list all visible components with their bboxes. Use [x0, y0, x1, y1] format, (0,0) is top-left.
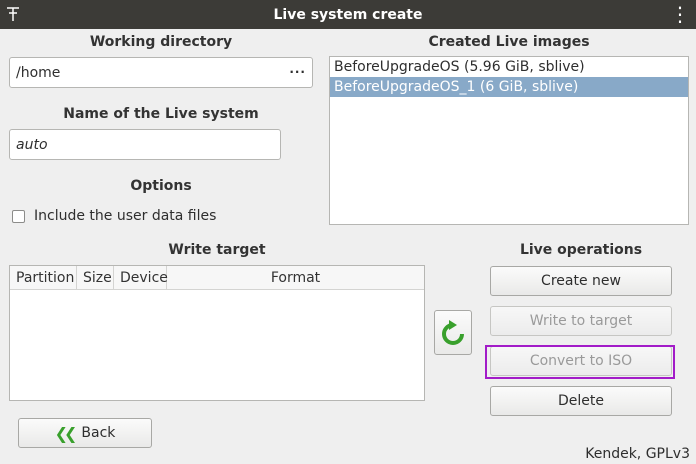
write-to-target-button[interactable]: Write to target	[490, 306, 672, 336]
focus-highlight	[485, 345, 675, 379]
back-button[interactable]: ❮❮ Back	[18, 418, 152, 448]
list-item-selected[interactable]: BeforeUpgradeOS_1 (6 GiB, sblive)	[330, 77, 688, 97]
options-heading: Options	[130, 178, 192, 194]
write-target-table[interactable]: Partition Size Device Format	[9, 265, 425, 401]
include-user-data-label[interactable]: Include the user data files	[34, 208, 216, 224]
write-target-heading: Write target	[168, 242, 266, 258]
working-directory-value: /home	[16, 64, 61, 81]
working-directory-field[interactable]: /home ...	[9, 57, 313, 88]
table-header: Partition Size Device Format	[10, 266, 424, 290]
back-label: Back	[81, 425, 116, 441]
live-operations-heading: Live operations	[519, 242, 643, 258]
refresh-icon	[442, 319, 464, 345]
live-name-heading: Name of the Live system	[63, 106, 259, 122]
create-new-button[interactable]: Create new	[490, 266, 672, 296]
pin-icon[interactable]	[6, 5, 20, 23]
license-label: Kendek, GPLv3	[585, 446, 690, 462]
created-images-list[interactable]: BeforeUpgradeOS (5.96 GiB, sblive) Befor…	[329, 56, 689, 225]
column-header-format[interactable]: Format	[167, 266, 424, 289]
window-title: Live system create	[273, 6, 423, 23]
live-name-input[interactable]: auto	[9, 129, 281, 160]
list-item[interactable]: BeforeUpgradeOS (5.96 GiB, sblive)	[330, 57, 688, 77]
column-header-partition[interactable]: Partition	[10, 266, 77, 289]
browse-button[interactable]: ...	[289, 62, 306, 76]
column-header-device[interactable]: Device	[114, 266, 168, 289]
close-icon[interactable]: ⋮	[670, 4, 690, 24]
working-directory-heading: Working directory	[89, 34, 233, 50]
delete-button[interactable]: Delete	[490, 386, 672, 416]
double-chevron-left-icon: ❮❮	[54, 423, 78, 443]
column-header-size[interactable]: Size	[77, 266, 114, 289]
title-bar: Live system create ⋮	[0, 0, 696, 29]
created-images-heading: Created Live images	[428, 34, 590, 50]
refresh-button[interactable]	[434, 310, 472, 355]
include-user-data-checkbox[interactable]	[12, 210, 25, 223]
